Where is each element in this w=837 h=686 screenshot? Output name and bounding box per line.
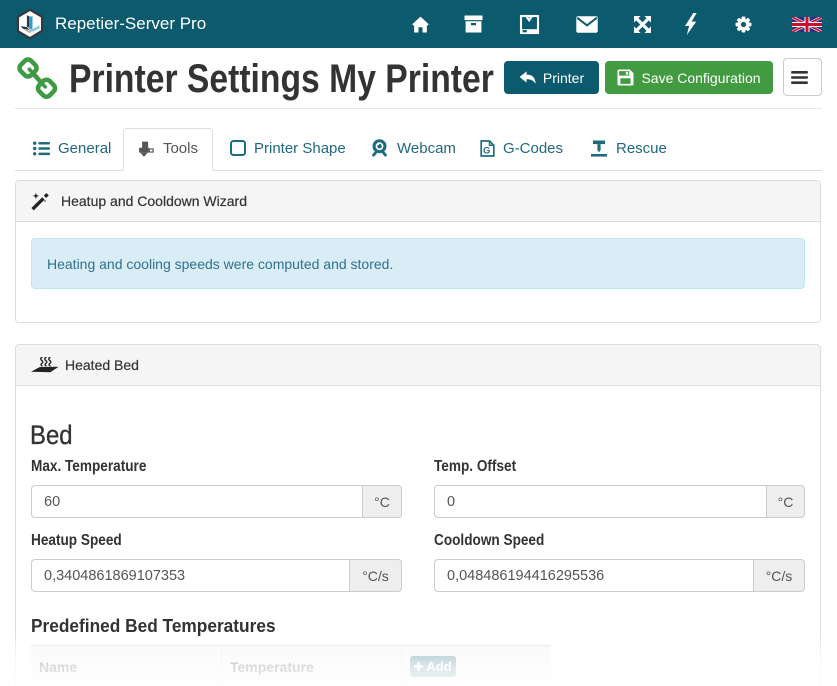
svg-text:G: G (483, 145, 490, 156)
